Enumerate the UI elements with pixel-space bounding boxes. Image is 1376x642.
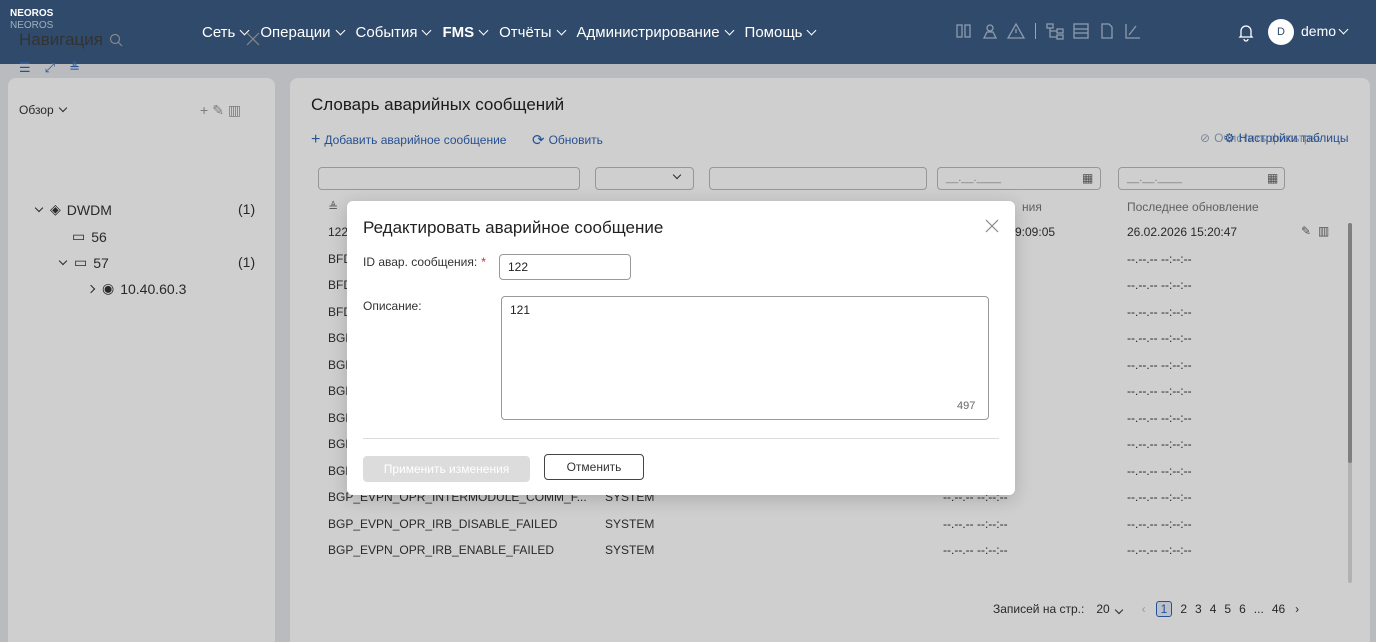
menu-label: Сеть xyxy=(202,23,236,41)
id-label: ID авар. сообщения: * xyxy=(363,255,486,269)
dialog-divider xyxy=(363,438,999,439)
menu-reports[interactable]: Отчёты xyxy=(499,24,570,41)
description-label: Описание: xyxy=(363,299,422,313)
close-icon[interactable] xyxy=(246,32,260,46)
chevron-down-icon xyxy=(478,25,489,35)
menu-label: Администрирование xyxy=(576,23,720,41)
search-icon[interactable] xyxy=(109,33,123,47)
main-menu: Сеть Операции События FMS Отчёты Админис… xyxy=(202,0,827,64)
document-icon[interactable] xyxy=(1098,22,1116,40)
menu-label: FMS xyxy=(442,23,475,41)
users-icon[interactable] xyxy=(981,22,999,40)
menu-operations[interactable]: Операции xyxy=(260,24,349,41)
toolbar-separator xyxy=(1035,23,1036,39)
brand-name: NEOROS xyxy=(10,8,54,19)
menu-label: Отчёты xyxy=(499,23,552,41)
dialog-title: Редактировать аварийное сообщение xyxy=(363,218,664,237)
brand-logo[interactable]: NEOROS NEOROS xyxy=(10,8,53,32)
rack-icon[interactable] xyxy=(955,22,973,40)
description-textarea[interactable]: 121 xyxy=(501,296,989,420)
user-name: demo xyxy=(1301,23,1337,39)
chevron-down-icon xyxy=(556,25,566,35)
alarm-id-input[interactable] xyxy=(499,254,631,280)
close-icon[interactable] xyxy=(985,219,999,233)
chevron-down-icon xyxy=(422,25,432,35)
menu-label: События xyxy=(355,23,418,41)
menu-fms[interactable]: FMS xyxy=(442,24,493,41)
topology-icon[interactable] xyxy=(1046,22,1064,40)
chevron-down-icon xyxy=(724,25,734,35)
menu-events[interactable]: События xyxy=(356,24,437,41)
menu-label: Операции xyxy=(260,23,331,41)
warning-icon[interactable] xyxy=(1007,22,1025,40)
avatar[interactable]: D xyxy=(1268,19,1294,45)
apply-changes-button[interactable]: Применить изменения xyxy=(363,456,530,482)
user-menu[interactable]: demo xyxy=(1301,23,1349,39)
list-icon[interactable] xyxy=(1072,22,1090,40)
char-counter: 497 xyxy=(957,400,976,412)
nav-title: Навигация xyxy=(19,30,123,50)
chevron-down-icon xyxy=(807,25,817,35)
edit-alarm-dialog: Редактировать аварийное сообщение ID ава… xyxy=(347,201,1015,495)
bell-icon[interactable] xyxy=(1236,22,1256,42)
nav-title-text: Навигация xyxy=(19,30,103,49)
chevron-down-icon xyxy=(1338,24,1349,34)
required-mark: * xyxy=(481,255,486,269)
toolbar-icons xyxy=(955,22,1150,40)
menu-administration[interactable]: Администрирование xyxy=(577,24,739,41)
chevron-down-icon xyxy=(335,25,345,35)
menu-label: Помощь xyxy=(744,23,803,41)
chart-icon[interactable] xyxy=(1124,22,1142,40)
top-bar: NEOROS NEOROS Сеть Операции События FMS … xyxy=(0,0,1376,64)
menu-help[interactable]: Помощь xyxy=(745,24,822,41)
id-label-text: ID авар. сообщения: xyxy=(363,255,478,269)
cancel-button[interactable]: Отменить xyxy=(544,454,644,480)
